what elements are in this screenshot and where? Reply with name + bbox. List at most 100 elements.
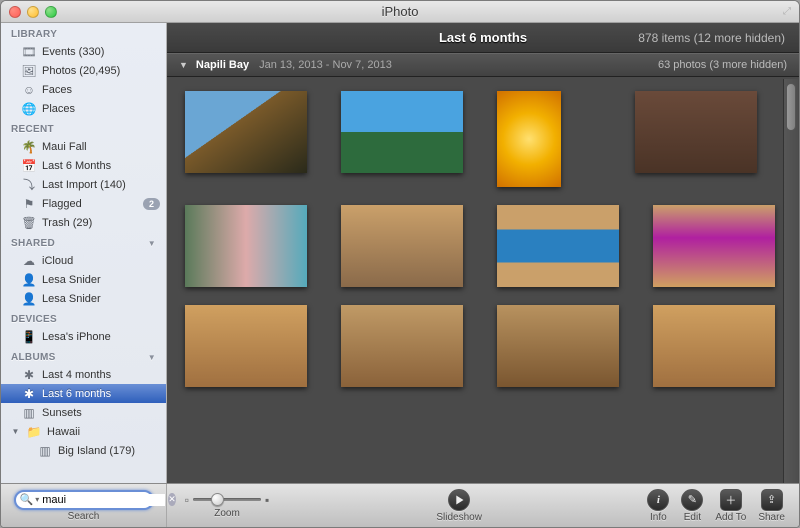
person-icon: 👤 <box>21 272 37 288</box>
photo-thumbnail[interactable] <box>185 91 307 173</box>
photo-thumbnail[interactable] <box>653 305 775 387</box>
sidebar-item-label: Last 6 months <box>42 388 111 400</box>
sidebar-item-label: Sunsets <box>42 407 82 419</box>
search-input[interactable] <box>42 494 165 506</box>
zoom-slider[interactable]: ▫ ▪ <box>185 493 270 507</box>
sidebar-item-places[interactable]: 🌐 Places <box>1 99 166 118</box>
sidebar-group-recent: RECENT <box>1 118 166 137</box>
sidebar-item-hawaii-folder[interactable]: ▼ 📁 Hawaii <box>1 422 166 441</box>
search-icon[interactable]: 🔍 <box>20 493 34 506</box>
resize-icon[interactable]: ⤢ <box>783 6 791 17</box>
event-name[interactable]: Napili Bay <box>196 59 249 71</box>
sidebar-item-lastimport[interactable]: ⤵ Last Import (140) <box>1 175 166 194</box>
sidebar-item-last4months[interactable]: ✱ Last 4 months <box>1 365 166 384</box>
sidebar-item-shared-user[interactable]: 👤 Lesa Snider <box>1 270 166 289</box>
sidebar-item-bigisland[interactable]: ▥ Big Island (179) <box>1 441 166 460</box>
sidebar-item-iphone[interactable]: 📱Lesa's iPhone <box>1 327 166 346</box>
sidebar-item-label: Maui Fall <box>42 141 87 153</box>
sidebar-item-label: Trash (29) <box>42 217 92 229</box>
places-icon: 🌐 <box>21 101 37 117</box>
photo-thumbnail[interactable] <box>653 205 775 287</box>
play-icon <box>450 491 468 509</box>
photo-thumbnail[interactable] <box>341 205 463 287</box>
zoom-in-icon[interactable]: ▪ <box>265 493 269 507</box>
add-to-button[interactable]: ＋ Add To <box>709 487 752 525</box>
sidebar-item-label: Hawaii <box>47 426 80 438</box>
sidebar-item-label: Last 6 Months <box>42 160 111 172</box>
sidebar-item-flagged[interactable]: ⚑Flagged2 <box>1 194 166 213</box>
main-content: Last 6 months 878 items (12 more hidden)… <box>167 23 799 483</box>
folder-icon: 📁 <box>26 424 42 440</box>
sidebar-item-label: Events (330) <box>42 46 104 58</box>
sidebar-item-label: Lesa's iPhone <box>42 331 111 343</box>
sidebar-item-events[interactable]: 🎞 Events (330) <box>1 42 166 61</box>
photo-grid[interactable] <box>167 77 799 483</box>
sidebar-item-trash[interactable]: 🗑Trash (29) <box>1 213 166 232</box>
scrollbar-thumb[interactable] <box>786 83 796 131</box>
titlebar: iPhoto ⤢ <box>1 1 799 23</box>
album-icon: ▥ <box>37 443 53 459</box>
sidebar-item-icloud[interactable]: ☁ iCloud <box>1 251 166 270</box>
bottom-toolbar: 🔍 ▾ ✕ Search ▫ ▪ Zoom Slideshow i <box>1 483 799 527</box>
sidebar-group-albums[interactable]: ALBUMS▼ <box>1 346 166 365</box>
sidebar-item-label: Places <box>42 103 75 115</box>
grid-row <box>173 205 793 287</box>
search-section: 🔍 ▾ ✕ Search <box>1 484 167 527</box>
sidebar-item-last6months[interactable]: 📅 Last 6 Months <box>1 156 166 175</box>
calendar-icon: 📅 <box>21 158 37 174</box>
sidebar[interactable]: LIBRARY 🎞Events (330) 🖼Photos (20,495) ☺… <box>1 23 167 483</box>
photo-thumbnail[interactable] <box>341 91 463 173</box>
sidebar-group-devices: DEVICES <box>1 308 166 327</box>
sidebar-item-label: Big Island (179) <box>58 445 135 457</box>
zoom-label: Zoom <box>214 508 240 519</box>
sidebar-item-shared-user[interactable]: 👤Lesa Snider <box>1 289 166 308</box>
sidebar-item-label: Last Import (140) <box>42 179 126 191</box>
flag-icon: ⚑ <box>21 196 37 212</box>
plus-icon: ＋ <box>720 489 742 511</box>
sidebar-item-label: Lesa Snider <box>42 274 101 286</box>
sidebar-item-label: Last 4 months <box>42 369 111 381</box>
sidebar-item-photos[interactable]: 🖼Photos (20,495) <box>1 61 166 80</box>
photo-thumbnail[interactable] <box>497 205 619 287</box>
import-icon: ⤵ <box>21 177 37 193</box>
app-window: iPhoto ⤢ LIBRARY 🎞Events (330) 🖼Photos (… <box>0 0 800 528</box>
search-label: Search <box>68 511 100 522</box>
sidebar-item-sunsets[interactable]: ▥Sunsets <box>1 403 166 422</box>
smart-album-icon: ✱ <box>21 367 37 383</box>
photo-thumbnail[interactable] <box>635 91 757 173</box>
slideshow-button[interactable] <box>448 489 470 511</box>
photo-thumbnail[interactable] <box>341 305 463 387</box>
events-icon: 🎞 <box>21 44 37 60</box>
flagged-count-badge: 2 <box>143 198 160 210</box>
share-button[interactable]: ⇪ Share <box>752 487 791 525</box>
person-icon: 👤 <box>21 291 37 307</box>
sidebar-item-label: Faces <box>42 84 72 96</box>
info-button[interactable]: i Info <box>641 487 675 525</box>
zoom-track[interactable] <box>193 498 261 501</box>
sidebar-group-shared[interactable]: SHARED▼ <box>1 232 166 251</box>
smart-album-icon: ✱ <box>21 386 37 402</box>
edit-button[interactable]: ✎ Edit <box>675 487 709 525</box>
photo-thumbnail[interactable] <box>185 205 307 287</box>
sidebar-item-label: iCloud <box>42 255 73 267</box>
photo-thumbnail[interactable] <box>497 305 619 387</box>
photo-thumbnail[interactable] <box>185 305 307 387</box>
disclosure-triangle-icon[interactable]: ▼ <box>179 60 188 70</box>
disclosure-triangle-icon[interactable]: ▼ <box>10 424 21 440</box>
cloud-icon: ☁ <box>21 253 37 269</box>
zoom-out-icon[interactable]: ▫ <box>185 493 189 507</box>
sidebar-item-maui-fall[interactable]: 🌴Maui Fall <box>1 137 166 156</box>
photo-thumbnail[interactable] <box>497 91 561 187</box>
chevron-down-icon[interactable]: ▾ <box>35 495 39 504</box>
sidebar-item-last6months-album[interactable]: ✱ Last 6 months <box>1 384 166 403</box>
search-field[interactable]: 🔍 ▾ ✕ <box>14 490 154 510</box>
pencil-icon: ✎ <box>681 489 703 511</box>
zoom-knob[interactable] <box>211 493 224 506</box>
slideshow-section: Slideshow <box>287 484 631 527</box>
sidebar-item-faces[interactable]: ☺Faces <box>1 80 166 99</box>
event-date-range: Jan 13, 2013 - Nov 7, 2013 <box>259 59 392 71</box>
event-header[interactable]: ▼ Napili Bay Jan 13, 2013 - Nov 7, 2013 … <box>167 53 799 77</box>
info-icon: i <box>647 489 669 511</box>
slideshow-label: Slideshow <box>436 512 482 523</box>
vertical-scrollbar[interactable] <box>783 79 798 483</box>
